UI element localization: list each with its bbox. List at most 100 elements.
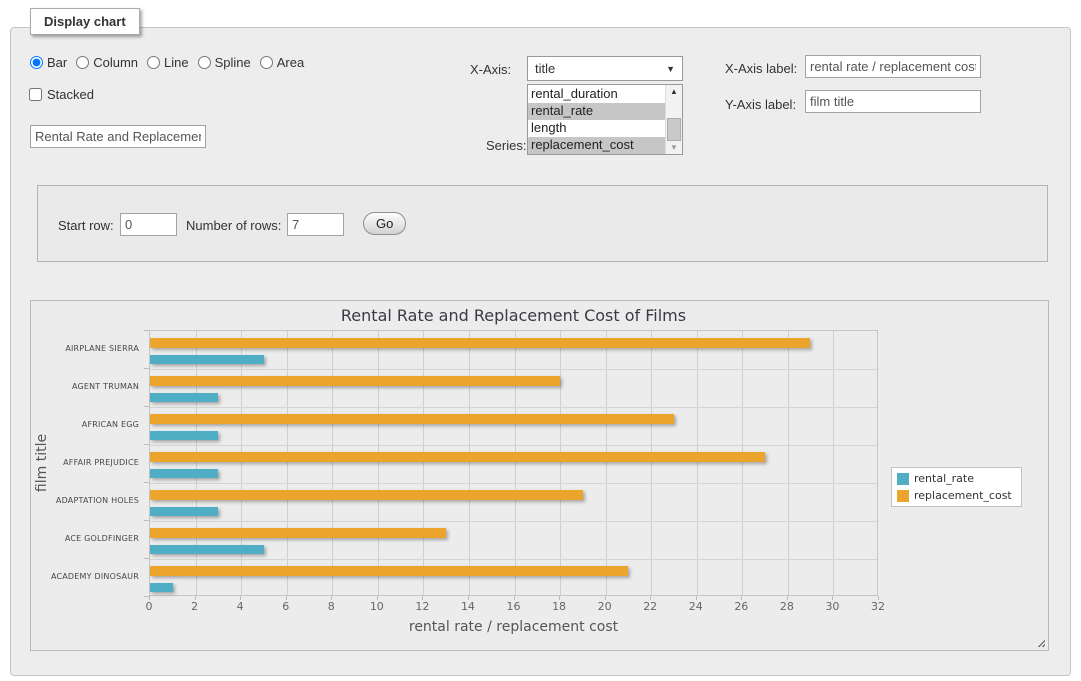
rental-rate-swatch [897, 473, 909, 485]
replacement-cost-bar-affair-prejudice[interactable] [150, 452, 765, 462]
chart-title: Rental Rate and Replacement Cost of Film… [149, 306, 878, 325]
x-tick-label: 26 [734, 600, 748, 613]
y-axis-tick [144, 596, 149, 597]
number-of-rows-input[interactable] [287, 213, 344, 236]
gridline [150, 369, 877, 370]
chart-type-option-area[interactable]: Area [260, 55, 304, 70]
gridline [560, 331, 561, 595]
rental-rate-bar-airplane-sierra[interactable] [150, 355, 264, 364]
rental-rate-bar-adaptation-holes[interactable] [150, 507, 218, 516]
category-label: AGENT TRUMAN [72, 382, 139, 392]
x-tick-label: 6 [282, 600, 289, 613]
line-radio[interactable] [147, 56, 160, 69]
gridline [651, 331, 652, 595]
x-tick-label: 12 [415, 600, 429, 613]
x-tick-label: 10 [370, 600, 384, 613]
resize-handle-icon[interactable] [1035, 637, 1045, 647]
gridline [150, 559, 877, 560]
gridline [742, 331, 743, 595]
x-tick-label: 22 [643, 600, 657, 613]
category-label: AFRICAN EGG [82, 420, 139, 430]
series-option-replacement-cost[interactable]: replacement_cost [528, 137, 665, 154]
gridline [287, 331, 288, 595]
gridline [469, 331, 470, 595]
chart-title-input[interactable] [30, 125, 206, 148]
x-tick-label: 4 [237, 600, 244, 613]
area-radio[interactable] [260, 56, 273, 69]
x-axis-selected-value: title [535, 61, 555, 76]
replacement-cost-bar-african-egg[interactable] [150, 414, 674, 424]
x-tick-label: 20 [598, 600, 612, 613]
legend-item-rental-rate[interactable]: rental_rate [897, 472, 1012, 485]
series-caption: Series: [486, 138, 526, 153]
scroll-down-icon[interactable]: ▼ [666, 143, 682, 152]
rental-rate-bar-agent-truman[interactable] [150, 393, 218, 402]
number-of-rows-label: Number of rows: [186, 218, 281, 233]
series-listbox-items: rental_durationrental_ratelengthreplacem… [528, 85, 665, 154]
rental-rate-bar-academy-dinosaur[interactable] [150, 583, 173, 592]
chart-type-option-spline[interactable]: Spline [198, 55, 251, 70]
gridline [697, 331, 698, 595]
replacement-cost-bar-adaptation-holes[interactable] [150, 490, 583, 500]
gridline [241, 331, 242, 595]
y-axis-title: film title [34, 434, 50, 492]
chart-legend: rental_rate replacement_cost [891, 467, 1022, 507]
y-axis-tick [144, 482, 149, 483]
gridline [788, 331, 789, 595]
gridline [833, 331, 834, 595]
x-axis-caption: X-Axis: [470, 62, 511, 77]
replacement-cost-bar-academy-dinosaur[interactable] [150, 566, 628, 576]
y-axis-tick [144, 368, 149, 369]
stacked-option: Stacked [29, 87, 94, 102]
chart-type-option-bar[interactable]: Bar [30, 55, 67, 70]
rows-panel: Start row: Number of rows: Go [37, 185, 1048, 262]
replacement-cost-bar-agent-truman[interactable] [150, 376, 560, 386]
series-option-rental-duration[interactable]: rental_duration [528, 86, 665, 103]
replacement-cost-bar-ace-goldfinger[interactable] [150, 528, 446, 538]
spline-radio[interactable] [198, 56, 211, 69]
start-row-input[interactable] [120, 213, 177, 236]
plot-area [149, 330, 878, 596]
chart-type-option-line[interactable]: Line [147, 55, 189, 70]
stacked-checkbox[interactable] [29, 88, 42, 101]
y-axis-tick [144, 558, 149, 559]
scrollbar-thumb[interactable] [667, 118, 681, 141]
series-option-rental-rate[interactable]: rental_rate [528, 103, 665, 120]
legend-item-replacement-cost[interactable]: replacement_cost [897, 489, 1012, 502]
y-axis-label-caption: Y-Axis label: [725, 97, 796, 112]
legend-label-replacement-cost: replacement_cost [914, 489, 1012, 502]
x-tick-label: 24 [689, 600, 703, 613]
category-label: ACE GOLDFINGER [65, 534, 139, 544]
gridline [515, 331, 516, 595]
series-option-length[interactable]: length [528, 120, 665, 137]
category-label: ACADEMY DINOSAUR [51, 572, 139, 582]
bar-radio[interactable] [30, 56, 43, 69]
x-axis-select[interactable]: title ▼ [527, 56, 683, 81]
scroll-up-icon[interactable]: ▲ [666, 87, 682, 96]
gridline [378, 331, 379, 595]
x-tick-label: 2 [191, 600, 198, 613]
chart-type-option-column[interactable]: Column [76, 55, 138, 70]
gridline [606, 331, 607, 595]
stacked-label[interactable]: Stacked [47, 87, 94, 102]
rental-rate-bar-affair-prejudice[interactable] [150, 469, 218, 478]
series-listbox-scrollbar[interactable]: ▲ ▼ [665, 85, 682, 154]
replacement-cost-bar-airplane-sierra[interactable] [150, 338, 810, 348]
replacement-cost-swatch [897, 490, 909, 502]
chart-container: Rental Rate and Replacement Cost of Film… [30, 300, 1049, 651]
rental-rate-bar-african-egg[interactable] [150, 431, 218, 440]
go-button[interactable]: Go [363, 212, 406, 235]
y-axis-tick [144, 330, 149, 331]
y-axis-label-input[interactable] [805, 90, 981, 113]
column-radio[interactable] [76, 56, 89, 69]
y-axis-tick [144, 406, 149, 407]
x-tick-label: 32 [871, 600, 885, 613]
x-axis-label-input[interactable] [805, 55, 981, 78]
x-tick-label: 16 [507, 600, 521, 613]
chevron-down-icon: ▼ [666, 64, 675, 74]
x-axis-label-caption: X-Axis label: [725, 61, 797, 76]
x-tick-label: 28 [780, 600, 794, 613]
series-listbox[interactable]: rental_durationrental_ratelengthreplacem… [527, 84, 683, 155]
rental-rate-bar-ace-goldfinger[interactable] [150, 545, 264, 554]
gridline [150, 483, 877, 484]
